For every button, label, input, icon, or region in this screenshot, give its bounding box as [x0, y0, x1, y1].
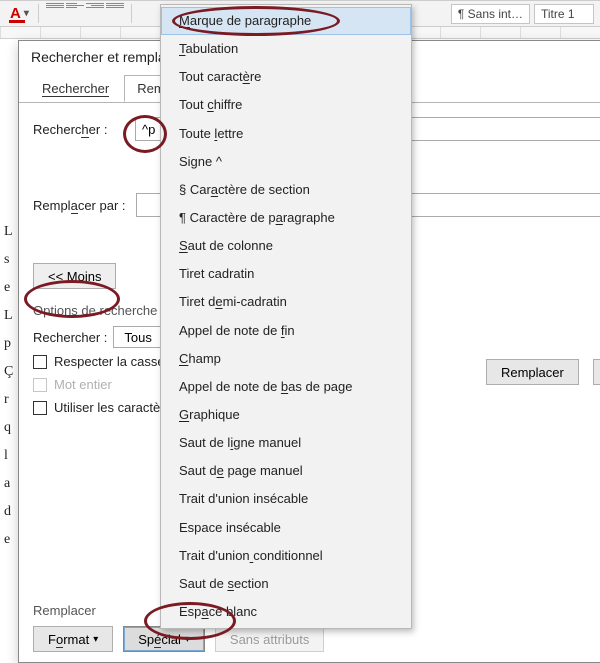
action-buttons: Remplacer Remplacer tout — [486, 359, 600, 385]
special-menu-item[interactable]: Appel de note de fin — [161, 317, 411, 345]
less-options-button[interactable]: << Moins — [33, 263, 116, 289]
no-formatting-button: Sans attributs — [215, 626, 325, 652]
separator — [38, 4, 39, 23]
replace-label: Remplacer par : — [33, 198, 126, 213]
special-menu-item[interactable]: Signe ^ — [161, 148, 411, 176]
document-body-hints: Lse LpÇ rql ade — [4, 218, 13, 554]
format-button[interactable]: Format▾ — [33, 626, 113, 652]
font-color-button[interactable]: A▾ — [4, 1, 35, 26]
paragraph-align-group[interactable] — [42, 1, 128, 26]
special-menu-item[interactable]: Appel de note de bas de page — [161, 373, 411, 401]
special-menu-item[interactable]: ¶ Caractère de paragraphe — [161, 204, 411, 232]
special-menu-item[interactable]: Marque de paragraphe — [161, 7, 411, 35]
checkbox-wildcards[interactable] — [33, 401, 47, 415]
search-label: Rechercher : — [33, 122, 125, 137]
special-menu-item[interactable]: § Caractère de section — [161, 176, 411, 204]
separator — [131, 4, 132, 23]
checkbox-whole-word-label: Mot entier — [54, 377, 112, 392]
style-gallery-item[interactable]: ¶ Sans int… — [451, 4, 530, 24]
special-menu-item[interactable]: Espace insécable — [161, 514, 411, 542]
checkbox-case-label: Respecter la casse — [54, 354, 165, 369]
special-menu-item[interactable]: Tout caractère — [161, 63, 411, 91]
special-menu-item[interactable]: Graphique — [161, 401, 411, 429]
special-menu-item[interactable]: Tabulation — [161, 35, 411, 63]
special-menu-item[interactable]: Espace blanc — [161, 598, 411, 626]
special-menu-item[interactable]: Saut de page manuel — [161, 457, 411, 485]
tab-search[interactable]: Rechercher — [29, 75, 122, 102]
style-gallery-item[interactable]: Titre 1 — [534, 4, 594, 24]
checkbox-case[interactable] — [33, 355, 47, 369]
special-menu-item[interactable]: Trait d'union conditionnel — [161, 542, 411, 570]
special-menu-item[interactable]: Tiret cadratin — [161, 260, 411, 288]
special-menu-item[interactable]: Saut de colonne — [161, 232, 411, 260]
replace-button[interactable]: Remplacer — [486, 359, 579, 385]
special-menu-item[interactable]: Saut de ligne manuel — [161, 429, 411, 457]
special-button[interactable]: Spécial▾ — [123, 626, 205, 652]
search-scope-label: Rechercher : — [33, 330, 107, 345]
special-menu: Marque de paragrapheTabulationTout carac… — [160, 4, 412, 629]
special-menu-item[interactable]: Saut de section — [161, 570, 411, 598]
special-menu-item[interactable]: Toute lettre — [161, 120, 411, 148]
special-menu-item[interactable]: Tiret demi-cadratin — [161, 288, 411, 316]
replace-all-button[interactable]: Remplacer tout — [593, 359, 600, 385]
special-menu-item[interactable]: Trait d'union insécable — [161, 485, 411, 513]
special-menu-item[interactable]: Champ — [161, 345, 411, 373]
special-menu-item[interactable]: Tout chiffre — [161, 91, 411, 119]
checkbox-whole-word — [33, 378, 47, 392]
